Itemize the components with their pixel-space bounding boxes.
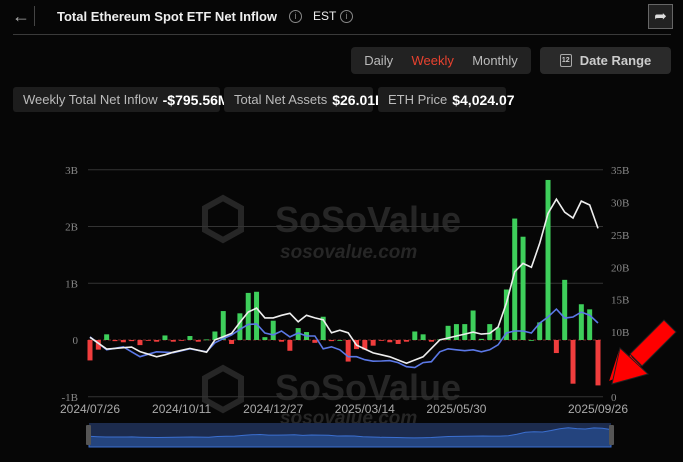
bar-weekly-inflow[interactable] <box>420 334 426 340</box>
bar-weekly-inflow[interactable] <box>395 340 401 344</box>
bar-weekly-inflow[interactable] <box>470 310 476 340</box>
watermark-site: sosovalue.com <box>280 242 417 263</box>
bar-weekly-inflow[interactable] <box>129 340 135 342</box>
bar-weekly-inflow[interactable] <box>595 340 601 386</box>
bar-weekly-inflow[interactable] <box>187 336 193 340</box>
bar-weekly-inflow[interactable] <box>262 337 268 340</box>
bar-weekly-inflow[interactable] <box>237 313 243 340</box>
navigator-left-handle[interactable] <box>86 425 91 445</box>
watermark-logo-icon <box>202 194 244 244</box>
bar-weekly-inflow[interactable] <box>254 291 260 340</box>
bar-weekly-inflow[interactable] <box>87 340 93 361</box>
bar-weekly-inflow[interactable] <box>378 340 384 341</box>
bar-weekly-inflow[interactable] <box>329 340 335 342</box>
watermark-bottom: SoSoValue sosovalue.com <box>202 364 461 429</box>
bar-weekly-inflow[interactable] <box>195 340 201 342</box>
right-axis-tick: 10B <box>611 327 629 339</box>
bar-weekly-inflow[interactable] <box>553 340 559 354</box>
bar-weekly-inflow[interactable] <box>412 331 418 340</box>
bar-weekly-inflow[interactable] <box>279 340 285 342</box>
navigator-right-handle[interactable] <box>609 425 614 445</box>
chart[interactable]: SoSoValue sosovalue.com SoSoValue sosova… <box>0 0 683 462</box>
bar-weekly-inflow[interactable] <box>270 320 276 340</box>
navigator[interactable] <box>86 423 614 448</box>
x-axis-tick: 2024/07/26 <box>60 402 120 416</box>
watermark-top: SoSoValue sosovalue.com <box>202 194 461 263</box>
left-axis-tick: 2B <box>65 222 78 234</box>
bar-weekly-inflow[interactable] <box>520 236 526 340</box>
right-axis-tick: 30B <box>611 197 629 209</box>
left-axis-tick: 0 <box>73 335 79 347</box>
bar-weekly-inflow[interactable] <box>495 327 501 340</box>
x-axis-tick: 2024/12/27 <box>243 402 303 416</box>
bar-weekly-inflow[interactable] <box>578 304 584 340</box>
bar-weekly-inflow[interactable] <box>137 340 143 346</box>
bar-weekly-inflow[interactable] <box>145 340 151 341</box>
left-axis-tick: 3B <box>65 165 78 177</box>
bar-weekly-inflow[interactable] <box>403 340 409 342</box>
bar-weekly-inflow[interactable] <box>245 292 251 340</box>
right-axis-tick: 20B <box>611 262 629 274</box>
bar-weekly-inflow[interactable] <box>104 334 110 340</box>
x-axis-tick: 2025/09/26 <box>568 402 628 416</box>
bar-weekly-inflow[interactable] <box>162 335 168 340</box>
x-axis-tick: 2024/10/11 <box>152 402 211 416</box>
bar-weekly-inflow[interactable] <box>179 340 185 341</box>
bar-weekly-inflow[interactable] <box>478 338 484 340</box>
bar-weekly-inflow[interactable] <box>345 340 351 362</box>
bar-weekly-inflow[interactable] <box>312 340 318 343</box>
bar-weekly-inflow[interactable] <box>170 340 176 342</box>
bar-weekly-inflow[interactable] <box>528 340 534 341</box>
bar-weekly-inflow[interactable] <box>154 340 160 342</box>
bar-weekly-inflow[interactable] <box>428 340 434 342</box>
bar-weekly-inflow[interactable] <box>370 340 376 346</box>
bar-weekly-inflow[interactable] <box>570 340 576 384</box>
left-axis-tick: 1B <box>65 278 78 290</box>
bar-weekly-inflow[interactable] <box>462 324 468 340</box>
bar-weekly-inflow[interactable] <box>387 340 393 343</box>
bar-weekly-inflow[interactable] <box>229 340 235 344</box>
bar-weekly-inflow[interactable] <box>337 340 343 341</box>
bar-weekly-inflow[interactable] <box>120 340 126 343</box>
bar-weekly-inflow[interactable] <box>287 340 293 351</box>
bar-weekly-inflow[interactable] <box>562 279 568 340</box>
right-axis-tick: 15B <box>611 295 629 307</box>
x-axis-tick: 2025/03/14 <box>335 402 395 416</box>
x-axis-tick: 2025/05/30 <box>426 402 486 416</box>
watermark-brand: SoSoValue <box>275 199 461 240</box>
right-axis-tick: 25B <box>611 230 629 242</box>
right-axis-tick: 35B <box>611 165 629 177</box>
bar-weekly-inflow[interactable] <box>204 339 210 341</box>
bar-weekly-inflow[interactable] <box>112 340 118 342</box>
bar-weekly-inflow[interactable] <box>453 324 459 340</box>
